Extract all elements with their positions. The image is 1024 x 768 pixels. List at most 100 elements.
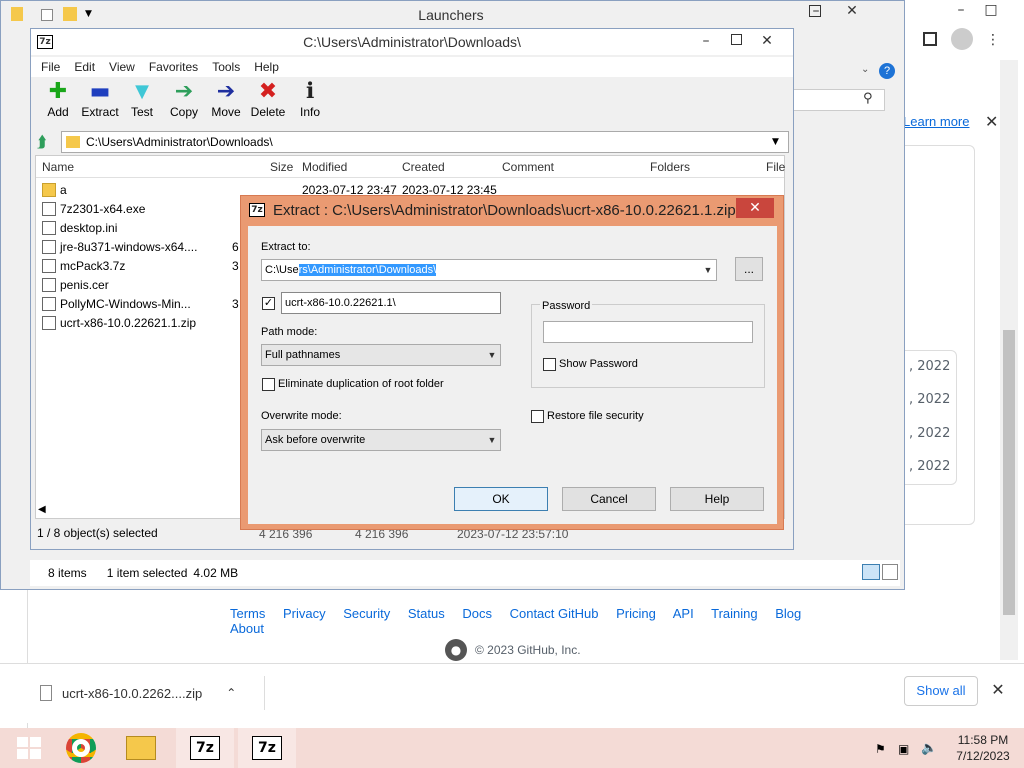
column-comment[interactable]: Comment [502,160,554,174]
address-input[interactable]: C:\Users\Administrator\Downloads\ ▼ [61,131,789,153]
ok-button[interactable]: OK [454,487,548,511]
minimize-icon[interactable]: – [691,31,721,51]
side-panel-icon[interactable] [923,32,937,46]
menu-tools[interactable]: Tools [212,60,240,74]
launchers-status-bar: 8 items 1 item selected 4.02 MB [30,560,900,586]
minimize-icon[interactable]: – [951,0,971,20]
cancel-button[interactable]: Cancel [562,487,656,511]
folder-icon: folder [42,182,56,197]
maximize-icon[interactable]: □ [981,0,1001,20]
close-banner-icon[interactable]: ✕ [985,112,998,132]
menu-edit[interactable]: Edit [74,60,95,74]
network-icon[interactable]: ▣ [898,742,909,756]
info-button[interactable]: ℹ Info [289,79,331,127]
sevenzip-toolbar: ✚ Add ▬ Extract ▼ Test ➔ Copy ➔ Move ✖ Delete ℹ Info [31,79,793,127]
taskbar-7zip-1[interactable]: 7z [176,728,234,768]
info-icon: ℹ [305,79,315,104]
column-files[interactable]: File [766,160,785,174]
password-input[interactable] [543,321,753,343]
column-size[interactable]: Size [270,160,293,174]
password-label: Password [540,300,593,312]
footer-link-blog[interactable]: Blog [775,606,801,621]
volume-muted-icon[interactable]: 🔈 [921,741,937,756]
taskbar-file-explorer[interactable] [112,728,170,768]
file-name: penis.cer [60,277,109,292]
download-item[interactable]: ucrt-x86-10.0.2262....zip ⌃ [40,676,265,710]
expand-ribbon-icon[interactable]: ⌄ [861,64,877,80]
test-button[interactable]: ▼ Test [121,79,163,127]
footer-link-privacy[interactable]: Privacy [283,606,326,621]
column-name[interactable]: Name [42,160,74,174]
toolbar-label: Add [47,105,69,119]
footer-link-status[interactable]: Status [408,606,445,621]
new-folder-icon[interactable] [63,7,77,21]
flag-icon[interactable]: ⚑ [875,742,886,756]
up-folder-icon[interactable]: ⮭ [37,132,57,152]
delete-button[interactable]: ✖ Delete [247,79,289,127]
menu-view[interactable]: View [109,60,135,74]
maximize-icon[interactable] [731,34,742,45]
extract-dialog-body: Extract to: C:\Users\Administrator\Downl… [248,226,777,524]
add-button[interactable]: ✚ Add [37,79,79,127]
extract-to-input[interactable]: C:\Users\Administrator\Downloads\ ▼ [261,259,717,281]
taskbar-7zip-2[interactable]: 7z [238,728,296,768]
subfolder-checkbox[interactable]: ✓ [262,297,275,310]
start-button[interactable] [0,728,58,768]
page-scrollbar-thumb[interactable] [1003,330,1015,615]
footer-link-training[interactable]: Training [711,606,757,621]
folder-icon [11,7,23,21]
chevron-down-icon[interactable]: ▼ [700,265,716,275]
column-modified[interactable]: Modified [302,160,347,174]
status-selected-size: 4.02 MB [193,566,239,580]
footer-link-pricing[interactable]: Pricing [616,606,656,621]
file-icon: cer [42,277,56,292]
close-icon[interactable]: ✕ [747,31,787,51]
maximize-icon[interactable] [809,5,821,17]
extract-icon: ▬ [89,79,111,104]
extract-dialog-titlebar: 7z Extract : C:\Users\Administrator\Down… [241,196,783,224]
add-icon: ✚ [48,79,68,104]
footer-link-contact[interactable]: Contact GitHub [510,606,599,621]
menu-favorites[interactable]: Favorites [149,60,198,74]
close-icon[interactable]: ✕ [736,198,774,218]
eliminate-duplication-checkbox[interactable] [262,378,275,391]
help-button[interactable]: Help [670,487,764,511]
extract-button[interactable]: ▬ Extract [79,79,121,127]
footer-link-docs[interactable]: Docs [462,606,492,621]
large-icons-view-icon[interactable] [882,564,898,580]
footer-link-terms[interactable]: Terms [230,606,265,621]
move-button[interactable]: ➔ Move [205,79,247,127]
learn-more-link[interactable]: Learn more [903,114,969,129]
show-password-checkbox[interactable] [543,358,556,371]
close-download-bar-icon[interactable]: ✕ [988,678,1008,704]
subfolder-input[interactable]: ucrt-x86-10.0.22621.1\ [281,292,501,314]
test-icon: ▼ [135,81,149,102]
restore-security-checkbox[interactable] [531,410,544,423]
close-icon[interactable]: ✕ [829,1,875,21]
menu-file[interactable]: File [41,60,60,74]
taskbar-clock[interactable]: 11:58 PM 7/12/2023 [950,732,1016,764]
help-icon[interactable]: ? [879,63,895,79]
folder-icon [66,136,80,148]
profile-avatar-icon[interactable] [951,28,973,50]
footer-link-security[interactable]: Security [343,606,390,621]
browser-menu-icon[interactable]: ⋮ [985,30,1001,50]
menu-help[interactable]: Help [254,60,279,74]
overwrite-mode-select[interactable]: Ask before overwrite ▼ [261,429,501,451]
browse-button[interactable]: ... [735,257,763,281]
footer-link-api[interactable]: API [673,606,694,621]
show-all-button[interactable]: Show all [904,676,978,706]
taskbar-chrome[interactable] [52,728,110,768]
path-mode-select[interactable]: Full pathnames ▼ [261,344,501,366]
column-folders[interactable]: Folders [650,160,690,174]
column-created[interactable]: Created [402,160,445,174]
details-view-icon[interactable] [862,564,880,580]
github-logo-icon[interactable]: ● [445,639,467,661]
chevron-up-icon[interactable]: ⌃ [226,686,236,700]
footer-link-about[interactable]: About [230,621,264,636]
quick-access-dropdown-icon[interactable]: ▼ [85,9,92,19]
copy-button[interactable]: ➔ Copy [163,79,205,127]
properties-icon[interactable] [41,9,53,21]
address-dropdown-icon[interactable]: ▼ [772,137,788,147]
scroll-left-icon[interactable]: ◀ [38,504,46,515]
